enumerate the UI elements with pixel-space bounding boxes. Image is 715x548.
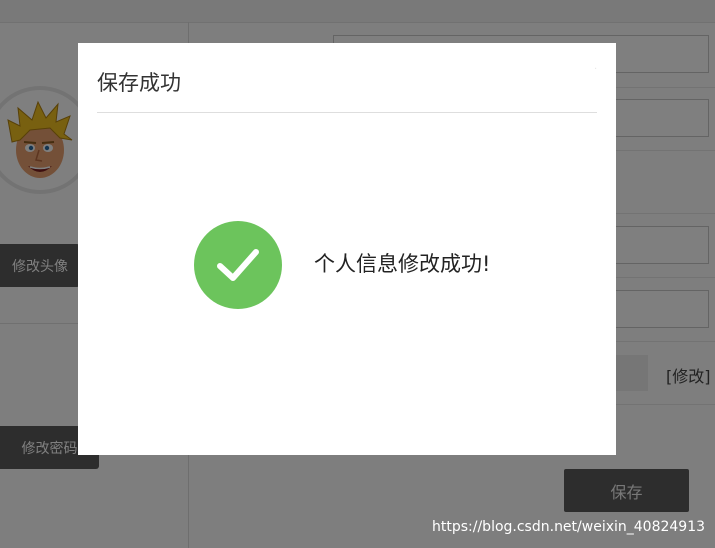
dialog-divider	[97, 112, 597, 113]
success-message: 个人信息修改成功!	[314, 252, 491, 276]
success-dialog: 保存成功 · 个人信息修改成功!	[78, 43, 616, 455]
checkmark-icon	[217, 249, 259, 281]
watermark: https://blog.csdn.net/weixin_40824913	[432, 519, 706, 535]
check-circle-icon	[194, 221, 282, 309]
dialog-title: 保存成功	[97, 71, 181, 95]
close-icon[interactable]: ·	[594, 65, 604, 75]
